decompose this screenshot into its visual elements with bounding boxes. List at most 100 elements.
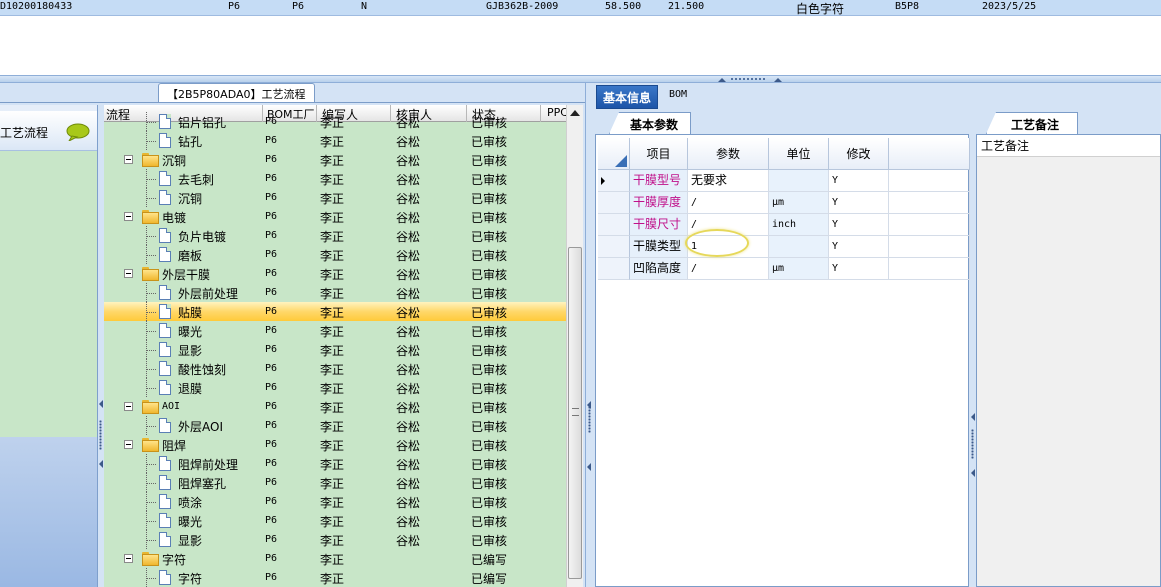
folder-icon: [142, 210, 159, 224]
param-modify[interactable]: Y: [829, 214, 889, 236]
notes-textarea[interactable]: 工艺备注: [977, 135, 1160, 157]
tree-row-name: 阻焊前处理: [178, 458, 239, 472]
speech-bubble-icon: [66, 123, 90, 141]
document-icon: [159, 304, 171, 319]
tree-row[interactable]: 曝光 P6 李正 谷松 已审核: [104, 321, 566, 340]
param-value[interactable]: /: [688, 192, 769, 214]
document-icon: [159, 285, 171, 300]
tree-row-checker: 谷松: [396, 325, 421, 339]
tree-row-name: 喷涂: [178, 496, 203, 510]
top-cell-height: 21.500: [668, 1, 705, 12]
horizontal-splitter[interactable]: [0, 75, 1161, 83]
collapse-toggle-icon[interactable]: [124, 554, 133, 563]
tree-row[interactable]: 去毛刺 P6 李正 谷松 已审核: [104, 169, 566, 188]
tree-row-writer: 李正: [320, 382, 345, 396]
param-modify[interactable]: Y: [829, 170, 889, 192]
tree-row-name: 沉铜: [162, 154, 187, 168]
param-name: 干膜型号: [630, 170, 688, 192]
col-param-header[interactable]: 参数: [688, 138, 769, 170]
param-row[interactable]: 干膜厚度 / μm Y: [598, 192, 970, 214]
grip-dots-icon: [588, 403, 591, 433]
collapse-toggle-icon[interactable]: [124, 402, 133, 411]
top-cell-width: 58.500: [605, 1, 642, 12]
tree-row[interactable]: 铝片铝孔 P6 李正 谷松 已审核: [104, 112, 566, 131]
collapse-toggle-icon[interactable]: [124, 212, 133, 221]
tree-row[interactable]: 电镀 P6 李正 谷松 已审核: [104, 207, 566, 226]
tree-row[interactable]: 外层AOI P6 李正 谷松 已审核: [104, 416, 566, 435]
col-modify-header[interactable]: 修改: [829, 138, 889, 170]
tree-connector: [146, 312, 156, 313]
top-list-area: [0, 17, 1161, 75]
row-indicator: [598, 170, 630, 192]
tree-row[interactable]: 显影 P6 李正 谷松 已审核: [104, 340, 566, 359]
middle-splitter[interactable]: [585, 83, 593, 587]
tab-basic-params[interactable]: 基本参数: [609, 112, 692, 134]
process-notes-panel: 工艺备注 工艺备注: [976, 109, 1161, 587]
collapse-toggle-icon[interactable]: [124, 155, 133, 164]
tree-row-checker: 谷松: [396, 116, 421, 130]
tree-row-status: 已审核: [471, 496, 508, 510]
tree-scrollbar[interactable]: [566, 105, 583, 587]
tree-row[interactable]: 字符 P6 李正 已编写: [104, 568, 566, 587]
param-name: 干膜尺寸: [630, 214, 688, 236]
process-flow-tab[interactable]: 【2B5P80ADA0】工艺流程: [158, 83, 315, 102]
scroll-thumb[interactable]: [568, 247, 582, 579]
tab-process-notes[interactable]: 工艺备注: [986, 112, 1078, 134]
tree-connector: [146, 198, 156, 199]
document-icon: [159, 133, 171, 148]
tree-row-bom: P6: [265, 249, 278, 260]
tree-row[interactable]: 曝光 P6 李正 谷松 已审核: [104, 511, 566, 530]
tab-bom[interactable]: BOM: [669, 89, 687, 100]
tree-row[interactable]: 字符 P6 李正 已编写: [104, 549, 566, 568]
tree-row-bom: P6: [265, 173, 278, 184]
param-row[interactable]: 干膜类型 1 Y: [598, 236, 970, 258]
grid-corner[interactable]: [598, 138, 630, 170]
param-modify[interactable]: Y: [829, 236, 889, 258]
param-value[interactable]: 无要求: [688, 170, 769, 192]
tree-row-name: 去毛刺: [178, 173, 215, 187]
document-icon: [159, 247, 171, 262]
tree-row[interactable]: 沉铜 P6 李正 谷松 已审核: [104, 188, 566, 207]
tree-row[interactable]: 磨板 P6 李正 谷松 已审核: [104, 245, 566, 264]
param-row[interactable]: 干膜型号 无要求 Y: [598, 170, 970, 192]
tree-row[interactable]: 酸性蚀刻 P6 李正 谷松 已审核: [104, 359, 566, 378]
tree-row-writer: 李正: [320, 135, 345, 149]
param-modify[interactable]: Y: [829, 192, 889, 214]
tree-row[interactable]: AOI P6 李正 谷松 已审核: [104, 397, 566, 416]
folder-icon: [142, 438, 159, 452]
collapse-toggle-icon[interactable]: [124, 269, 133, 278]
tree-row[interactable]: 负片电镀 P6 李正 谷松 已审核: [104, 226, 566, 245]
tree-row[interactable]: 喷涂 P6 李正 谷松 已审核: [104, 492, 566, 511]
tree-row[interactable]: 阻焊塞孔 P6 李正 谷松 已审核: [104, 473, 566, 492]
tree-row[interactable]: 外层干膜 P6 李正 谷松 已审核: [104, 264, 566, 283]
tab-basic-info[interactable]: 基本信息: [596, 85, 659, 109]
tree-row[interactable]: 阻焊 P6 李正 谷松 已审核: [104, 435, 566, 454]
tree-connector: [146, 483, 156, 484]
col-item-header[interactable]: 项目: [630, 138, 688, 170]
tree-row[interactable]: 钻孔 P6 李正 谷松 已审核: [104, 131, 566, 150]
side-splitter-grip[interactable]: [99, 380, 103, 480]
param-unit: μm: [769, 258, 829, 280]
tree-row-status: 已审核: [471, 230, 508, 244]
document-icon: [159, 456, 171, 471]
tree-row[interactable]: 沉铜 P6 李正 谷松 已审核: [104, 150, 566, 169]
collapse-toggle-icon[interactable]: [124, 440, 133, 449]
param-value[interactable]: /: [688, 258, 769, 280]
param-row[interactable]: 凹陷高度 / μm Y: [598, 258, 970, 280]
top-record-row[interactable]: D10200180433 P6 P6 N GJB362B-2009 58.500…: [0, 0, 1161, 16]
col-unit-header[interactable]: 单位: [769, 138, 829, 170]
tree-row[interactable]: 显影 P6 李正 谷松 已审核: [104, 530, 566, 549]
tree-row[interactable]: 阻焊前处理 P6 李正 谷松 已审核: [104, 454, 566, 473]
tree-row-status: 已审核: [471, 439, 508, 453]
param-row[interactable]: 干膜尺寸 / inch Y: [598, 214, 970, 236]
tree-row[interactable]: 外层前处理 P6 李正 谷松 已审核: [104, 283, 566, 302]
tree-row-name: 曝光: [178, 515, 203, 529]
top-cell-date: 2023/5/25: [982, 1, 1037, 12]
side-nav-header[interactable]: 工艺流程: [0, 111, 97, 151]
tree-row[interactable]: 退膜 P6 李正 谷松 已审核: [104, 378, 566, 397]
tree-row[interactable]: 贴膜 P6 李正 谷松 已审核: [104, 302, 566, 321]
param-modify[interactable]: Y: [829, 258, 889, 280]
tree-row-writer: 李正: [320, 230, 345, 244]
tree-connector: [146, 426, 156, 427]
tree-row-status: 已编写: [471, 553, 508, 567]
